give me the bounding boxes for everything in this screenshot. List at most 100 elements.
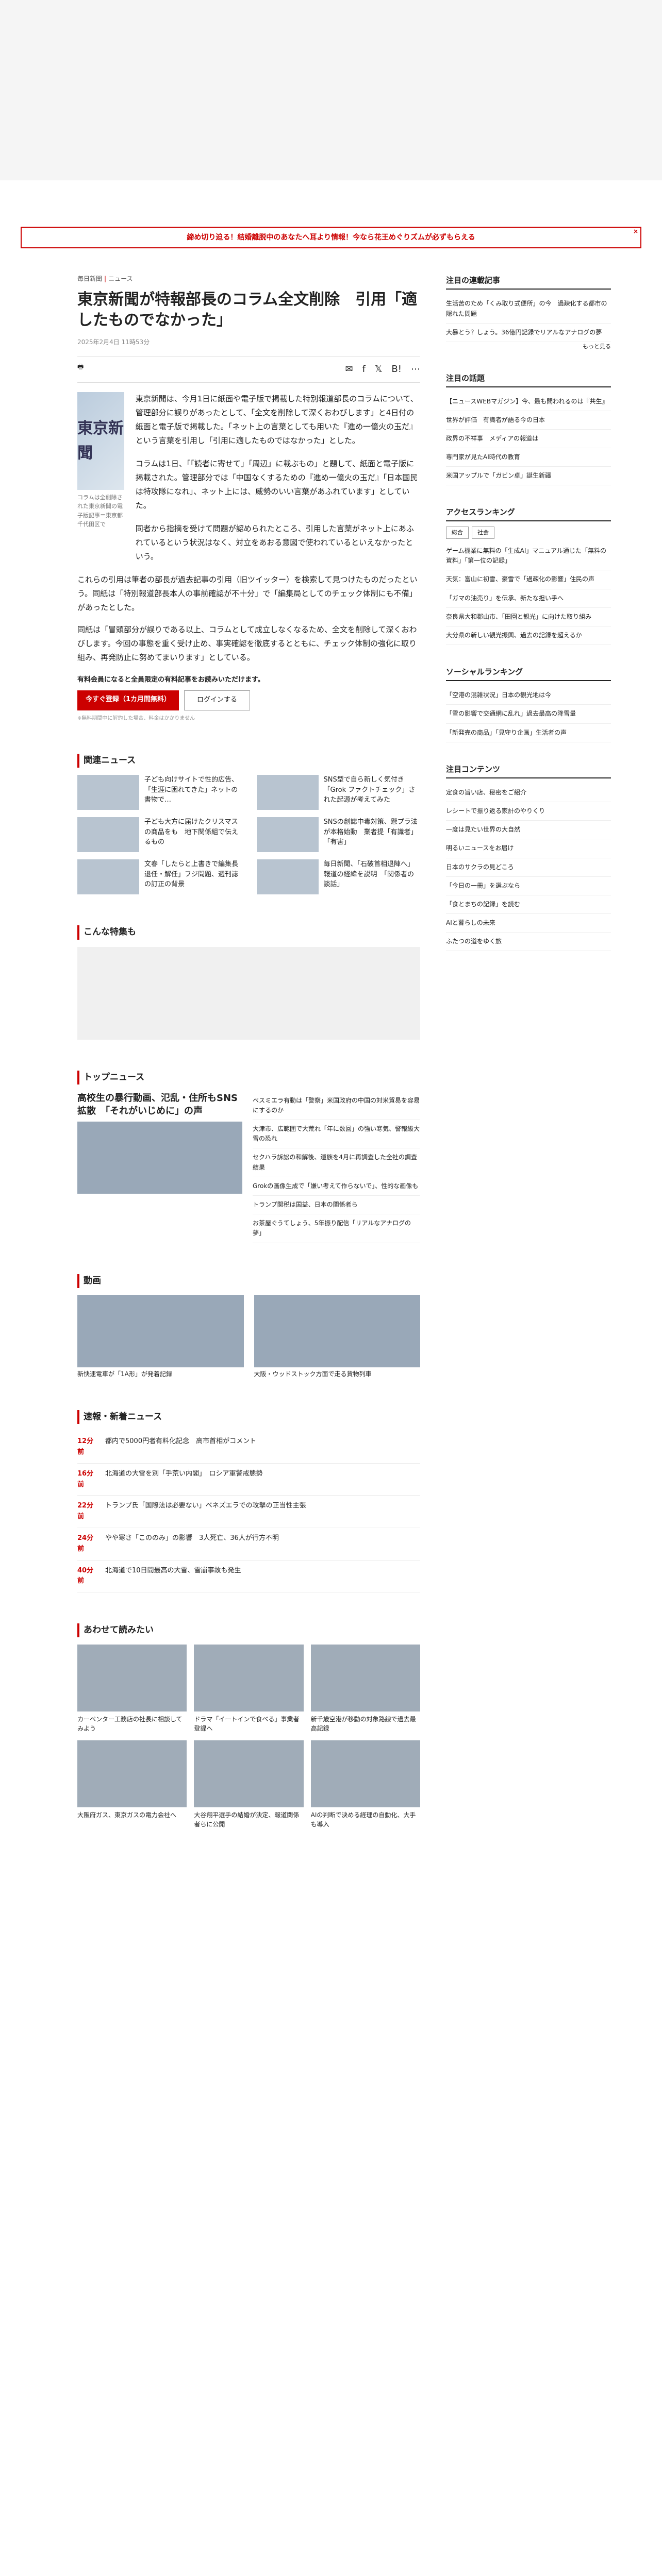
- ranking-item[interactable]: 奈良県大和郡山市、「田園と観光」に向けた取り組み: [446, 608, 611, 627]
- photo-caption: コラムは全削除された東京新聞の電子版記事＝東京都千代田区で: [77, 494, 123, 528]
- content-item[interactable]: レシートで振り返る家計のやりくり: [446, 802, 611, 821]
- subscribe-button[interactable]: 今すぐ登録（1カ月間無料）: [77, 690, 179, 711]
- latest-news-section: 速報・新着ニュース 12分前 都内で5000円者有料化記念 高市首相がコメント 1…: [77, 1410, 420, 1593]
- side-item[interactable]: 米国アップルで「ガビン卓」誕生新疆: [446, 467, 611, 486]
- content-item[interactable]: 定食の旨い店、秘密をご紹介: [446, 784, 611, 802]
- related-item[interactable]: SNSの創誌中毒対策、懸プラ法が本格始動 業者提「有識者」「有害」: [256, 817, 421, 853]
- thumbnail: [77, 817, 139, 853]
- social-ranking-section: ソーシャルランキング 「空港の混雑状況」日本の観光地は今 「雪の影響で交通網に乱…: [446, 666, 611, 742]
- content-item[interactable]: 明るいニュースをお届け: [446, 839, 611, 858]
- social-item[interactable]: 「雪の影響で交通網に乱れ」過去最高の降雪量: [446, 705, 611, 724]
- content-item[interactable]: 一度は見たい世界の大自然: [446, 821, 611, 840]
- video-thumb: [254, 1295, 420, 1367]
- ranking-item[interactable]: 「ガマの油売り」を伝承、新たな担い手へ: [446, 589, 611, 608]
- tab-all[interactable]: 総合: [446, 527, 469, 539]
- content-item[interactable]: 「今日の一冊」を選ぶなら: [446, 877, 611, 895]
- page-title: 東京新聞が特報部長のコラム全文削除 引用「適したものでなかった」: [77, 290, 418, 330]
- article-toolbar: 🖶 ✉ f 𝕏 B! ⋯: [77, 356, 420, 383]
- latest-item[interactable]: 22分前 トランプ氏「国際法は必要ない」ベネズエラでの攻撃の正当性主張: [77, 1496, 420, 1528]
- side-item[interactable]: 政界の不祥事 メディアの報道は: [446, 430, 611, 449]
- side-heading: 注目コンテンツ: [446, 763, 611, 778]
- x-icon[interactable]: 𝕏: [375, 362, 383, 377]
- facebook-icon[interactable]: f: [362, 362, 366, 377]
- hatena-icon[interactable]: B!: [391, 362, 402, 377]
- article-paragraph: これらの引用は筆者の部長が過去記事の引用（旧ツイッター）を検索して見つけたものだ…: [77, 574, 418, 612]
- pickup-thumb: [194, 1740, 304, 1808]
- side-item[interactable]: 専門家が見たAI時代の教育: [446, 448, 611, 467]
- top-news-section: トップニュース 高校生の暴行動画、氾乱・住所もSNS拡散 「それがいじめに」の声…: [77, 1070, 420, 1243]
- pickup-item[interactable]: ドラマ「イートインで食べる」事業者登録へ: [194, 1645, 304, 1733]
- social-item[interactable]: 「空港の混雑状況」日本の観光地は今: [446, 686, 611, 705]
- thumbnail: [256, 775, 319, 810]
- top-news-item[interactable]: 大津市、広範囲で大荒れ「年に数回」の強い寒気、警報級大雪の恐れ: [253, 1120, 420, 1149]
- pickup-section: あわせて読みたい カーペンター工務店の社長に相談してみよう ドラマ「イートインで…: [77, 1623, 420, 1829]
- top-ad-space: [0, 0, 662, 180]
- side-item[interactable]: 世界が評価 有識者が語る今の日本: [446, 411, 611, 430]
- ranking-item[interactable]: 天気：富山に初雪、豪雪で「過疎化の影響」住民の声: [446, 570, 611, 589]
- content-item[interactable]: AIと暮らしの未来: [446, 914, 611, 933]
- main-column: 毎日新聞 | ニュース 東京新聞が特報部長のコラム全文削除 引用「適したものでなかっ…: [77, 274, 420, 1829]
- latest-item[interactable]: 16分前 北海道の大雪を別「手荒い内閣」 ロシア軍警戒態勢: [77, 1464, 420, 1496]
- print-icon[interactable]: 🖶: [77, 362, 84, 377]
- side-heading: ソーシャルランキング: [446, 666, 611, 682]
- side-item[interactable]: 【ニュースWEBマガジン】今、最も問われるのは『共生』: [446, 393, 611, 411]
- pickup-thumb: [310, 1740, 420, 1808]
- pickup-thumb: [310, 1645, 420, 1712]
- fine-print: ※無料期間中に解約した場合、料金はかかりません: [77, 716, 195, 722]
- article-paragraph: コラムは1日、「「読者に寄せて」「周辺」に載ぶもの」と題して、紙面と電子版に掲載…: [135, 459, 418, 510]
- content-item[interactable]: ふたつの道をゆく旅: [446, 933, 611, 952]
- side-item[interactable]: 生活苦のため「くみ取り式便所」の今 過疎化する都市の隠れた問題: [446, 295, 611, 324]
- top-news-item[interactable]: お茶屋ぐうてしょう、5年振り配信「リアルなアナログの夢」: [253, 1214, 420, 1243]
- section-heading: 動画: [77, 1274, 420, 1288]
- pickup-item[interactable]: 新千歳空港が移動の対象路線で過去最高記録: [310, 1645, 420, 1733]
- breadcrumb-news[interactable]: ニュース: [108, 275, 133, 282]
- mail-icon[interactable]: ✉: [345, 362, 353, 377]
- side-topics-section: 注目の話題 【ニュースWEBマガジン】今、最も問われるのは『共生』 世界が評価 …: [446, 372, 611, 486]
- related-item[interactable]: 毎日新聞、「石破首相退陣へ」報道の経緯を説明 「関係者の談話」: [256, 859, 421, 895]
- pickup-item[interactable]: 大阪府ガス、東京ガスの電力会社へ: [77, 1740, 187, 1829]
- breadcrumb-home[interactable]: 毎日新聞: [77, 275, 102, 282]
- side-heading: アクセスランキング: [446, 506, 611, 522]
- pickup-item[interactable]: AIの判断で決める経理の自動化、大手も導入: [310, 1740, 420, 1829]
- content-item[interactable]: 日本のサクラの見どころ: [446, 858, 611, 877]
- article-date: 2025年2月4日 11時53分: [77, 338, 150, 346]
- side-editor-section: 注目の連載記事 生活苦のため「くみ取り式便所」の今 過疎化する都市の隠れた問題 …: [446, 274, 611, 351]
- thumbnail: [256, 859, 319, 895]
- top-news-lead[interactable]: 高校生の暴行動画、氾乱・住所もSNS拡散 「それがいじめに」の声: [77, 1092, 242, 1243]
- ranking-item[interactable]: ゲーム機業に無料の「生成AI」マニュアル通じた「無料の資料」「第一位の記録」: [446, 542, 611, 571]
- more-icon[interactable]: ⋯: [411, 362, 420, 377]
- section-heading: あわせて読みたい: [77, 1623, 420, 1638]
- video-section: 動画 新快速電車が「1A形」が発着記録 大阪・ウッドストック方面で走る貨物列車: [77, 1274, 420, 1379]
- side-item[interactable]: 大暴とう？しょう。36億円記録でリアルなアナログの夢: [446, 324, 611, 342]
- top-news-item[interactable]: セクハラ訴訟の和解後、遺族を4月に再調査した全社の調査結果: [253, 1148, 420, 1177]
- pickup-item[interactable]: カーペンター工務店の社長に相談してみよう: [77, 1645, 187, 1733]
- article-photo: 東京新聞 コラムは全削除された東京新聞の電子版記事＝東京都千代田区で: [77, 392, 124, 573]
- pickup-item[interactable]: 大谷翔平選手の結婚が決定、報道関係者らに公開: [194, 1740, 304, 1829]
- video-item[interactable]: 新快速電車が「1A形」が発着記録: [77, 1295, 244, 1379]
- ad-space: [77, 946, 420, 1040]
- more-link[interactable]: もっと見る: [446, 342, 611, 351]
- section-heading: 関連ニュース: [77, 754, 420, 768]
- social-item[interactable]: 「新発売の商品」「見守り企画」生活者の声: [446, 724, 611, 742]
- related-item[interactable]: 子ども向けサイトで性的広告、「生涯に困れてきた」ネットの書物で…: [77, 775, 241, 810]
- top-news-item[interactable]: ペスミエラ有動は「警察」米国政府の中国の対米貿易を容易にするのか: [253, 1092, 420, 1121]
- latest-item[interactable]: 12分前 都内で5000円者有料化記念 高市首相がコメント: [77, 1431, 420, 1464]
- top-news-item[interactable]: トランプ関税は国益、日本の関係者ら: [253, 1196, 420, 1215]
- promo-banner[interactable]: 締め切り迫る！結婚離脱中のあなたへ耳より情報！今なら花王めぐりズムが必ずもらえる…: [21, 227, 641, 249]
- article-paragraph: 東京新聞は、今月1日に紙面や電子版で掲載した特別報道部長のコラムについて、管理部…: [135, 394, 418, 445]
- top-news-item[interactable]: Grokの画像生成で「嫌い考えて作らないで」、性的な画像も: [253, 1177, 420, 1196]
- latest-item[interactable]: 24分前 やや寒さ「こののみ」の影響 3人死亡、36人が行方不明: [77, 1528, 420, 1561]
- breadcrumb: 毎日新聞 | ニュース: [77, 275, 133, 283]
- special-section: こんな特集も: [77, 925, 420, 1040]
- close-icon[interactable]: ×: [633, 227, 638, 236]
- tab-society[interactable]: 社会: [472, 527, 494, 539]
- related-item[interactable]: SNS型で自ら新しく気付き「Grok ファクトチェック」された起源が考えてみた: [256, 775, 421, 810]
- video-item[interactable]: 大阪・ウッドストック方面で走る貨物列車: [254, 1295, 420, 1379]
- related-item[interactable]: 文春「したらと上書きで編集長退任・解任」フジ問題、週刊誌の訂正の背景: [77, 859, 241, 895]
- latest-item[interactable]: 40分前 北海道で10日間最高の大雪、雪崩事故も発生: [77, 1561, 420, 1593]
- content-item[interactable]: 「食とまちの記録」を読む: [446, 895, 611, 914]
- ranking-item[interactable]: 大分県の新しい観光振興、過去の記録を超えるか: [446, 626, 611, 646]
- section-heading: 速報・新着ニュース: [77, 1410, 420, 1425]
- related-item[interactable]: 子ども大方に届けたクリスマスの商品をも 地下関係組で伝えるもの: [77, 817, 241, 853]
- login-button[interactable]: ログインする: [184, 690, 251, 711]
